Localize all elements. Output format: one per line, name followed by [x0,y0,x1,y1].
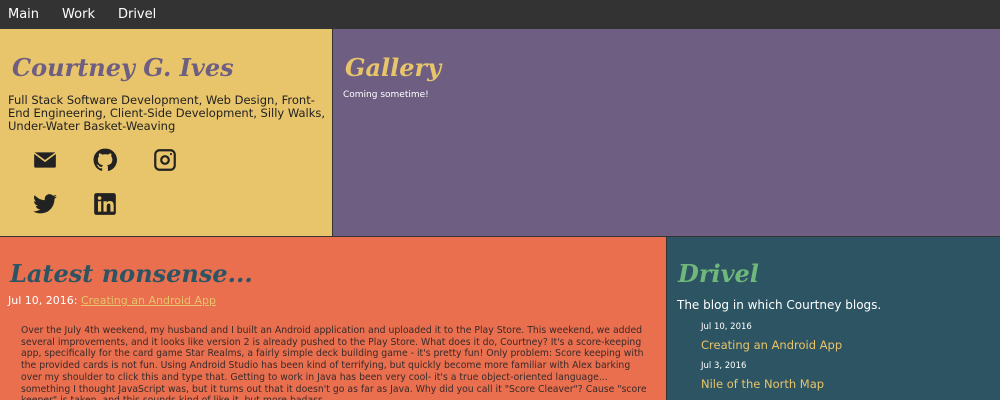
drivel-panel: Drivel The blog in which Courtney blogs.… [667,237,1000,400]
profile-name: Courtney G. Ives [12,53,234,82]
instagram-icon[interactable] [152,147,178,173]
gallery-panel: Gallery Coming sometime! [333,29,1000,237]
latest-nonsense-title: Latest nonsense... [10,259,253,288]
nav-main-link[interactable]: Main [8,7,39,22]
drivel-post-date: Jul 3, 2016 [701,361,747,371]
latest-post-link[interactable]: Creating an Android App [81,294,216,307]
top-nav: Main Work Drivel [0,0,1000,29]
latest-post-date: Jul 10, 2016: [8,294,78,307]
nav-work-link[interactable]: Work [62,7,95,22]
gallery-subtitle: Coming sometime! [343,90,429,100]
drivel-title: Drivel [678,259,759,288]
latest-post-excerpt: Over the July 4th weekend, my husband an… [21,325,647,400]
drivel-post-list: Jul 10, 2016 Creating an Android App Jul… [701,320,991,398]
gallery-title: Gallery [345,53,442,82]
drivel-post-link[interactable]: Nile of the North Map [701,375,991,398]
twitter-icon[interactable] [32,191,58,217]
latest-post-line: Jul 10, 2016: Creating an Android App [8,294,216,307]
profile-panel: Courtney G. Ives Full Stack Software Dev… [0,29,333,237]
drivel-post-link[interactable]: Creating an Android App [701,336,991,359]
email-icon[interactable] [32,147,58,173]
nav-drivel-link[interactable]: Drivel [118,7,156,22]
linkedin-icon[interactable] [92,191,118,217]
github-icon[interactable] [92,147,118,173]
drivel-lead: The blog in which Courtney blogs. [677,298,882,312]
drivel-post-date: Jul 10, 2016 [701,322,752,332]
profile-tagline: Full Stack Software Development, Web Des… [8,93,326,133]
latest-nonsense-panel: Latest nonsense... Jul 10, 2016: Creatin… [0,237,667,400]
